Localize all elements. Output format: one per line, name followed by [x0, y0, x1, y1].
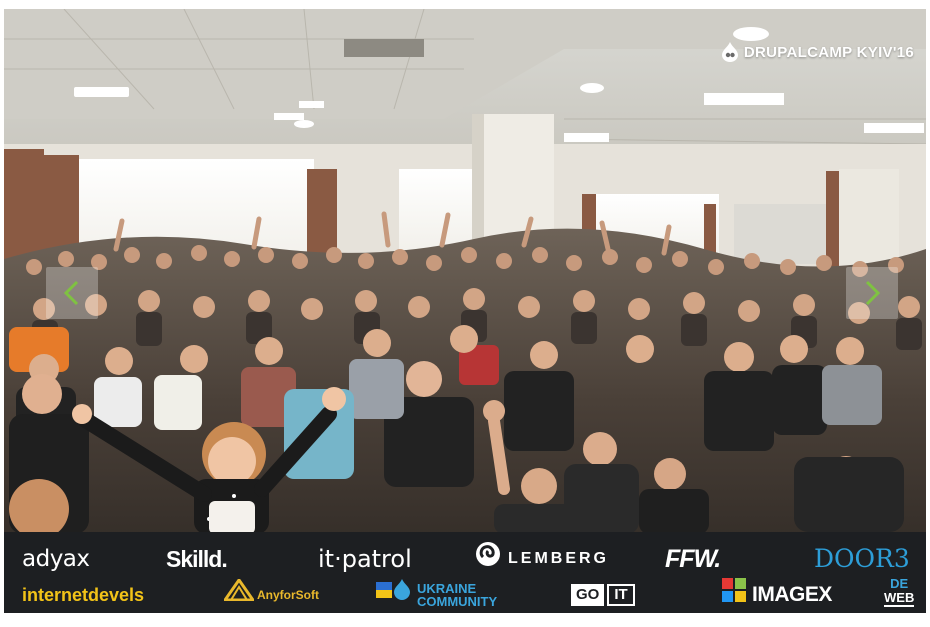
sponsor-lemberg[interactable]: LEMBERG — [475, 542, 609, 573]
event-watermark-text: DRUPALCAMP KYIV'16 — [743, 43, 914, 61]
previous-slide-button[interactable] — [46, 267, 98, 319]
sponsor-imagex[interactable]: IMAGEX — [722, 578, 832, 612]
event-watermark: DRUPALCAMP KYIV'16 — [721, 42, 914, 62]
sponsor-ukraine-community[interactable]: UKRAINE COMMUNITY — [376, 578, 497, 612]
ukraine-flag-drop-icon — [376, 578, 412, 612]
anyforsoft-triangle-icon — [222, 577, 256, 611]
sponsor-logos-bar: adyax Skilld. it·patrol LEMBERG FFW. DOO… — [4, 532, 926, 613]
sponsor-deweb[interactable]: DE WEB — [884, 577, 915, 607]
event-photo-slide: DRUPALCAMP KYIV'16 adyax Skilld. it·patr… — [4, 9, 926, 613]
lemberg-swirl-icon — [475, 541, 501, 577]
sponsor-ffw[interactable]: FFW. — [665, 545, 721, 573]
next-slide-button[interactable] — [846, 267, 898, 319]
sponsor-skilld[interactable]: Skilld. — [166, 545, 228, 573]
chevron-right-icon — [861, 279, 883, 307]
sponsor-anyforsoft[interactable]: AnyforSoft — [222, 577, 319, 611]
imagex-logo-icon — [722, 578, 746, 612]
chevron-left-icon — [61, 279, 83, 307]
sponsor-adyax[interactable]: adyax — [22, 545, 90, 573]
sponsor-door3[interactable]: DOOR3 — [814, 545, 910, 573]
drupal-drop-icon — [721, 42, 738, 62]
conference-crowd-photo — [4, 9, 926, 613]
sponsor-goit[interactable]: GO IT — [571, 581, 635, 609]
sponsor-itpatrol[interactable]: it·patrol — [318, 545, 412, 573]
sponsor-internetdevels[interactable]: internetdevels — [22, 581, 144, 609]
